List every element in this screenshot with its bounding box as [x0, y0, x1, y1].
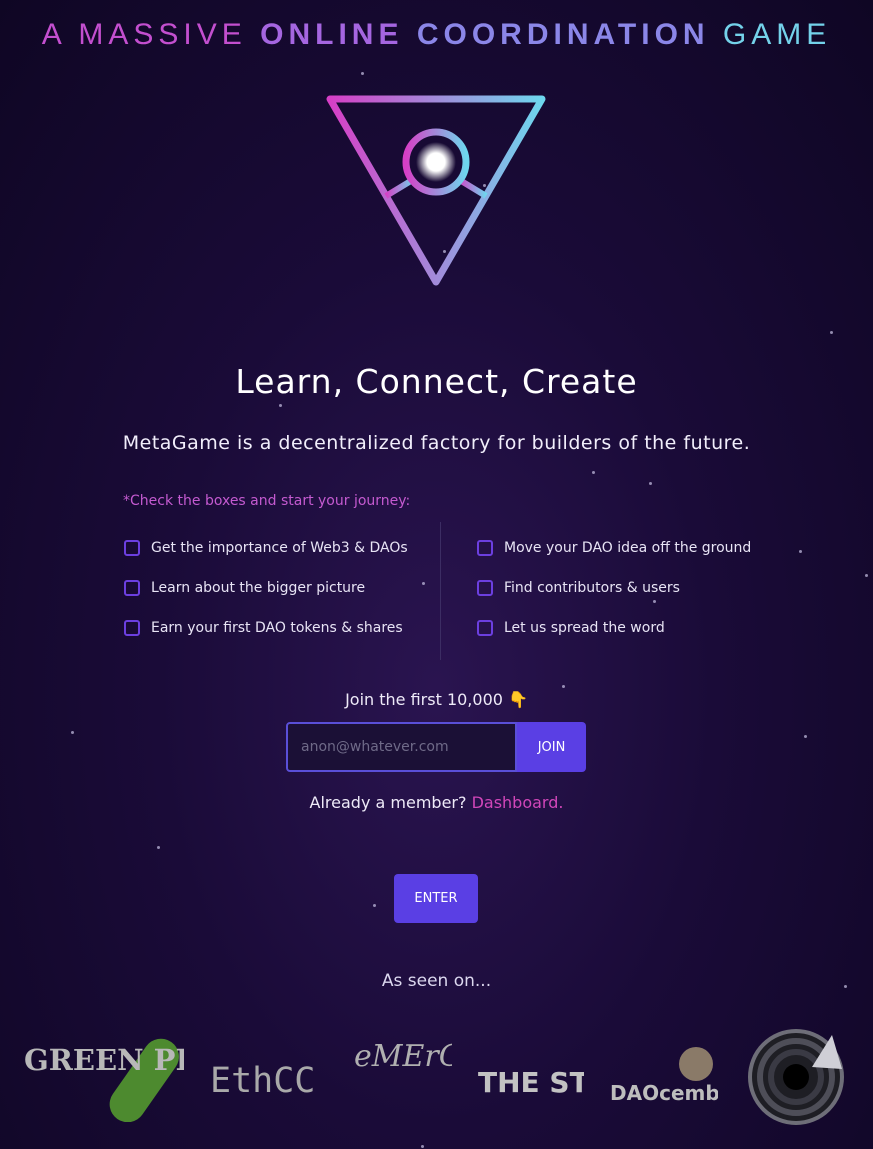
tagline-part4: GAME — [722, 18, 832, 51]
checkbox[interactable] — [477, 580, 493, 596]
tagline: A MASSIVE ONLINE COORDINATION GAME — [0, 18, 873, 52]
join-label: Join the first 10,000 👇 — [0, 690, 873, 709]
partner-label: DAOcember — [610, 1081, 718, 1105]
checklist-item[interactable]: Earn your first DAO tokens & shares — [124, 608, 408, 648]
tagline-part2: ONLINE — [260, 18, 404, 51]
checklist-label: Get the importance of Web3 & DAOs — [151, 540, 408, 556]
partner-spiral-logo-icon[interactable] — [744, 1027, 848, 1127]
checklist-item[interactable]: Get the importance of Web3 & DAOs — [124, 528, 408, 568]
checklist-item[interactable]: Move your DAO idea off the ground — [477, 528, 751, 568]
checklist-label: Learn about the bigger picture — [151, 580, 366, 596]
email-input[interactable] — [286, 722, 517, 772]
tagline-part3: COORDINATION — [416, 18, 710, 51]
pointing-down-icon: 👇 — [508, 690, 528, 709]
member-prompt: Already a member? Dashboard. — [0, 793, 873, 812]
hero-title: Learn, Connect, Create — [235, 362, 638, 401]
tagline-part1: A MASSIVE — [41, 18, 247, 51]
partner-logo-daocember[interactable]: DAOcember — [608, 1044, 718, 1110]
checklist-label: Earn your first DAO tokens & shares — [151, 620, 403, 636]
checkbox[interactable] — [477, 540, 493, 556]
checklist-right: Move your DAO idea off the ground Find c… — [477, 528, 751, 648]
checklist-label: Find contributors & users — [504, 580, 680, 596]
join-button[interactable]: JOIN — [517, 722, 586, 772]
partner-logo-greenpill[interactable]: GREEN PILL — [22, 1034, 184, 1122]
checkbox[interactable] — [124, 540, 140, 556]
seen-on-label: As seen on... — [381, 971, 492, 991]
checklist-label: Let us spread the word — [504, 620, 665, 636]
triangle-eye-logo-icon — [326, 95, 546, 286]
partner-label: EthCC — [210, 1061, 315, 1101]
journey-prompt: *Check the boxes and start your journey: — [123, 493, 411, 509]
checklist-item[interactable]: Find contributors & users — [477, 568, 751, 608]
member-prefix: Already a member? — [309, 793, 467, 812]
partner-logo-ethcc[interactable]: EthCC — [208, 1054, 328, 1102]
checklist-item[interactable]: Learn about the bigger picture — [124, 568, 408, 608]
enter-button[interactable]: ENTER — [394, 874, 478, 923]
checkbox[interactable] — [124, 580, 140, 596]
partner-label: eMErGe — [354, 1039, 452, 1074]
checklist-item[interactable]: Let us spread the word — [477, 608, 751, 648]
partner-logo-thestoa[interactable]: THE STOA — [474, 1042, 584, 1112]
partner-logo-emerge[interactable]: eMErGe — [352, 1036, 452, 1120]
hero-subtitle: MetaGame is a decentralized factory for … — [122, 432, 751, 454]
dashboard-link[interactable]: Dashboard. — [472, 793, 564, 812]
partner-label: GREEN PILL — [24, 1043, 184, 1077]
join-label-text: Join the first 10,000 — [345, 690, 503, 709]
checklist-left: Get the importance of Web3 & DAOs Learn … — [124, 528, 408, 648]
checklist-label: Move your DAO idea off the ground — [504, 540, 752, 556]
checkbox[interactable] — [477, 620, 493, 636]
checkbox[interactable] — [124, 620, 140, 636]
column-divider — [440, 522, 441, 660]
partner-label: THE STOA — [478, 1066, 584, 1099]
